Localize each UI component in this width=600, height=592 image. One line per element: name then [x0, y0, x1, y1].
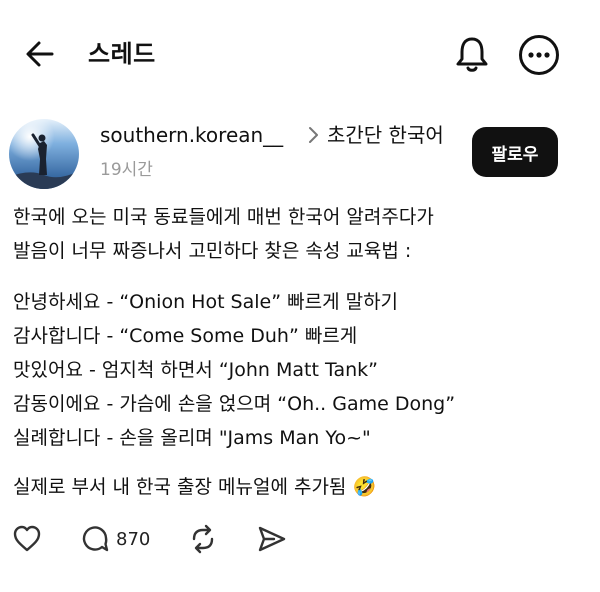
post-text-line: 실제로 부서 내 한국 출장 메뉴얼에 추가됨 🤣: [13, 473, 376, 501]
heart-icon: [13, 525, 41, 552]
post-text-line: 실례합니다 - 손을 올리며 "Jams Man Yo~": [13, 427, 371, 449]
comment-icon: [82, 526, 109, 552]
post-text-line: 한국에 오는 미국 동료들에게 매번 한국어 알려주다가: [13, 206, 434, 228]
send-icon: [258, 526, 286, 552]
avatar[interactable]: [9, 119, 79, 189]
top-bar: 스레드: [0, 0, 600, 108]
notification-button[interactable]: [452, 34, 492, 74]
username[interactable]: southern.korean__: [100, 121, 283, 149]
bell-icon: [456, 37, 488, 72]
post-text-line: 안녕하세요 - “Onion Hot Sale” 빠르게 말하기: [13, 291, 399, 313]
back-button[interactable]: [22, 36, 58, 72]
page-title: 스레드: [88, 40, 156, 68]
back-arrow-icon: [26, 41, 54, 67]
post-text-line: 감동이에요 - 가슴에 손을 얹으며 “Oh.. Game Dong”: [13, 393, 456, 415]
share-button[interactable]: [256, 522, 288, 556]
post-text-line: 맛있어요 - 엄지척 하면서 “John Matt Tank”: [13, 359, 378, 381]
follow-button[interactable]: 팔로우: [472, 127, 558, 177]
closing-text: 실제로 부서 내 한국 출장 메뉴얼에 추가됨: [13, 476, 347, 498]
more-options-button[interactable]: [518, 34, 560, 76]
laughing-emoji: 🤣: [352, 476, 377, 498]
post-text-line: 발음이 너무 짜증나서 고민하다 찾은 속성 교육법 :: [13, 240, 412, 262]
post-text-line: 감사합니다 - “Come Some Duh” 빠르게: [13, 325, 358, 347]
post-time: 19시간: [100, 160, 153, 180]
reply-button[interactable]: 870: [80, 522, 150, 556]
reply-count: 870: [116, 528, 151, 550]
chevron-right-icon: [309, 127, 318, 143]
community-link[interactable]: 초간단 한국어: [327, 121, 444, 149]
repost-icon: [192, 524, 214, 554]
repost-button[interactable]: [187, 522, 219, 556]
like-button[interactable]: [12, 522, 42, 556]
more-icon: [519, 35, 559, 75]
